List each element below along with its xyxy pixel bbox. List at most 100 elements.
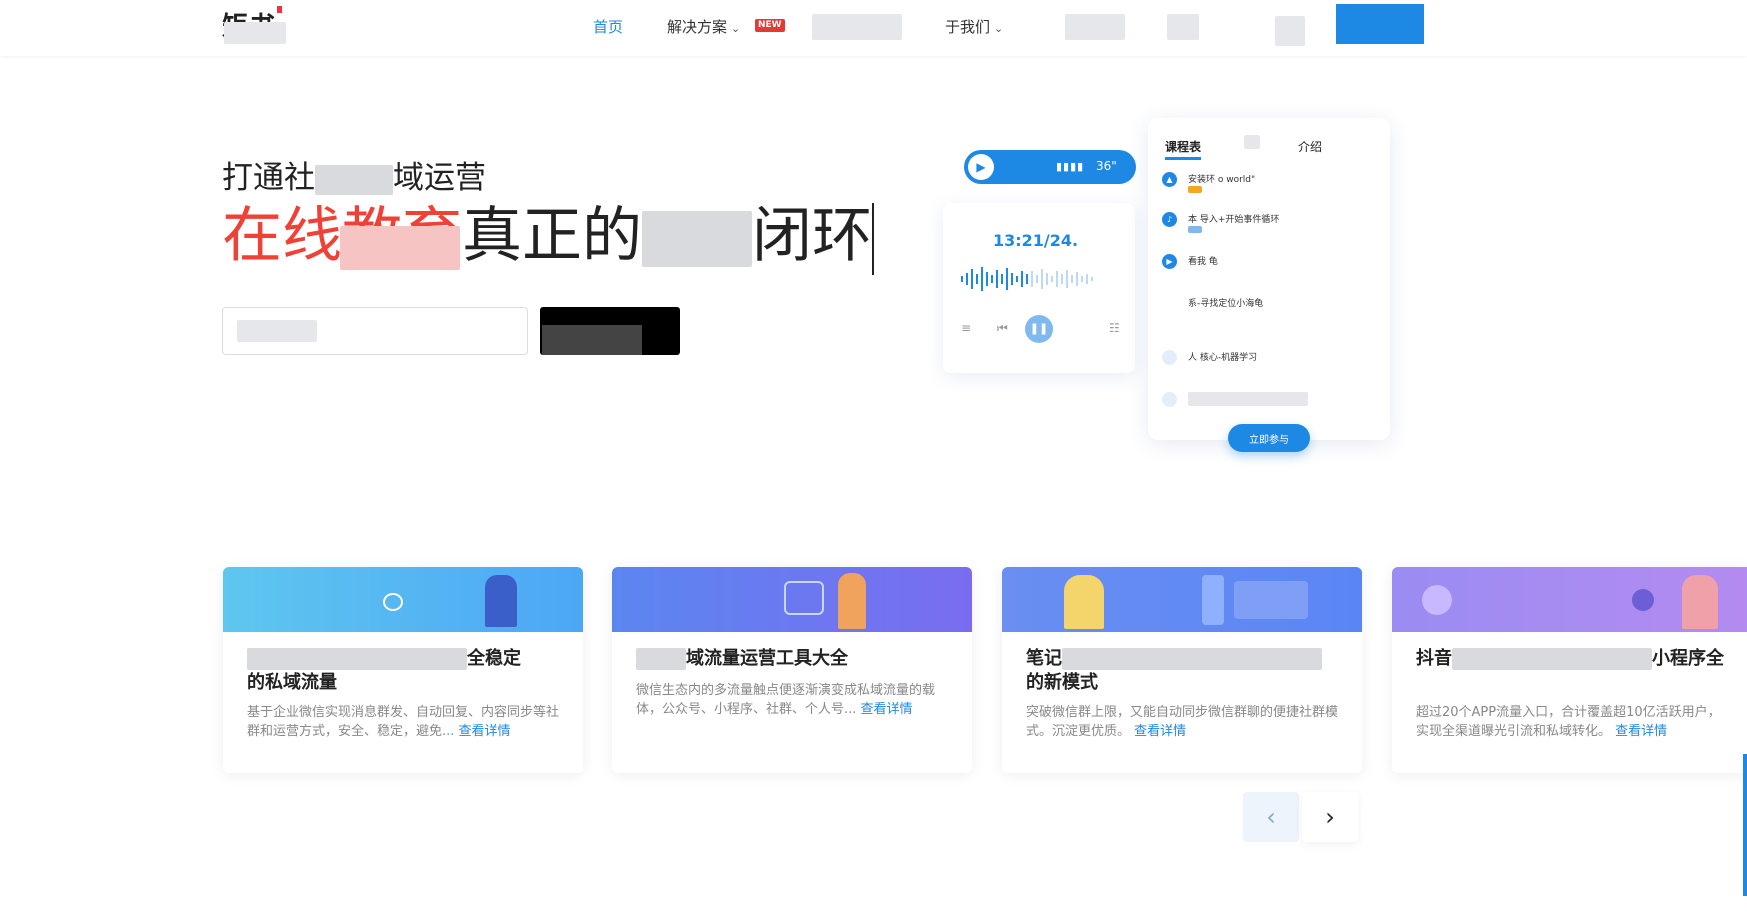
nav-cta-button[interactable] [1336,4,1424,44]
chart-illustration [1234,581,1308,619]
course-item[interactable]: ▲ 安装环 o world" [1162,170,1378,200]
course-schedule-card: 课程表 介绍 ▲ 安装环 o world" ♪ 本 导入+开始事件循环 ▶ 看我… [1148,118,1390,452]
hero-title-part-1: 真正的 [462,201,642,271]
submit-button-label-redacted [542,325,642,355]
tab-schedule[interactable]: 课程表 [1165,138,1202,160]
card-description: 超过20个APP流量入口，合计覆盖超10亿活跃用户，实现全渠道曝光引流和私域转化… [1416,703,1732,741]
login-link-redacted[interactable] [1275,16,1305,46]
nav-item-redacted-2[interactable] [1065,14,1125,40]
phone-illustration [1202,575,1224,625]
nav-item-home[interactable]: 首页 [593,16,623,37]
person-illustration [838,573,866,629]
person-illustration [485,575,517,627]
view-details-link[interactable]: 查看详情 [1615,724,1667,739]
hero-subtitle-redacted [315,164,393,195]
skip-back-icon[interactable]: ⏮ [997,321,1008,336]
course-tag [1188,186,1202,193]
card-title-part-2: 的私域流量 [247,672,337,693]
nav-item-about-label: 于我们 [945,18,991,36]
course-item[interactable]: 系-寻找定位小海龟 [1162,294,1378,324]
playlist-icon[interactable]: ≡ [961,321,971,335]
course-item-redacted [1188,392,1308,406]
chevron-down-icon: ⌄ [994,22,1004,35]
course-icon [1162,350,1177,365]
nav-item-about[interactable]: 于我们 ⌄ [945,16,1003,37]
card-description: 突破微信群上限，又能自动同步微信群聊的便捷社群模式。沉淀更优质。 查看详情 [1026,703,1342,741]
course-item[interactable]: 人 核心-机器学习 [1162,348,1378,378]
feature-card[interactable]: 全稳定 的私域流量 基于企业微信实现消息群发、自动回复、内容同步等社群和运营方式… [223,567,583,773]
new-badge: NEW [755,19,785,32]
carousel-next-button[interactable]: › [1302,792,1358,842]
card-title: 域流量运营工具大全 [636,647,952,671]
chevron-down-icon: ⌄ [731,22,741,35]
audio-message-pill: ▶ ▮▮▮▮ 36" [964,150,1136,184]
hero-title-redacted [642,211,752,268]
card-title-redacted [636,648,686,670]
floating-side-tab[interactable] [1743,754,1747,896]
course-item[interactable]: ▶ 看我 龟 [1162,252,1378,282]
card-title-redacted [1062,648,1322,670]
wechat-icon [1422,585,1452,615]
logo-accent [277,6,282,13]
view-details-link[interactable]: 查看详情 [861,702,913,717]
card-description: 微信生态内的多流量触点便逐渐演变成私域流量的载体，公众号、小程序、社群、个人号.… [636,681,952,719]
course-icon [1162,392,1177,407]
feature-card[interactable]: 笔记 的新模式 突破微信群上限，又能自动同步微信群聊的便捷社群模式。沉淀更优质。… [1002,567,1362,773]
nav-item-redacted-3[interactable] [1167,14,1199,40]
carousel-prev-button[interactable]: ‹ [1243,792,1299,842]
card-banner [1392,567,1747,632]
waveform-graphic [961,267,1093,291]
person-illustration [1682,575,1718,629]
card-title-redacted [247,648,467,670]
hero-subtitle: 打通社 域运营 [222,152,486,197]
course-icon: ▲ [1162,172,1177,187]
phone-input-placeholder-redacted [237,320,317,342]
card-banner [1002,567,1362,632]
top-nav: 矩书 首页 解决方案⌄ NEW 于我们⌄ [0,0,1747,56]
card-title-part-2: 的新模式 [1026,672,1098,693]
course-item-title: 人 核心-机器学习 [1188,353,1258,363]
card-title-part-1: 全稳定 [467,648,521,669]
view-details-link[interactable]: 查看详情 [459,724,511,739]
card-description-text: 基于企业微信实现消息群发、自动回复、内容同步等社群和运营方式，安全、稳定，避免.… [247,705,560,739]
card-banner [612,567,972,632]
card-title-part-1: 域流量运营工具大全 [686,648,848,669]
view-details-link[interactable]: 查看详情 [1134,724,1186,739]
play-icon: ▶ [1162,254,1177,269]
play-icon[interactable]: ▶ [968,154,994,180]
submit-button[interactable] [540,307,680,355]
card-title-part-2: 小程序全 [1652,648,1724,669]
nav-item-redacted-1[interactable] [812,14,902,40]
course-item-title: 安装环 o world" [1188,175,1256,185]
hero-title: 在线教育真正的闭环 [222,200,874,276]
tab-redacted[interactable] [1244,135,1260,149]
card-banner [223,567,583,632]
hero-title-red-redacted [340,226,460,270]
logo-redacted [224,22,286,44]
card-title: 笔记 的新模式 [1026,647,1342,695]
nav-item-home-label: 首页 [593,18,624,36]
card-description: 基于企业微信实现消息群发、自动回复、内容同步等社群和运营方式，安全、稳定，避免.… [247,703,563,741]
course-tag [1188,226,1202,233]
card-title-part-1: 抖音 [1416,648,1452,669]
course-item[interactable]: ♪ 本 导入+开始事件循环 [1162,210,1378,240]
feature-card[interactable]: 域流量运营工具大全 微信生态内的多流量触点便逐渐演变成私域流量的载体，公众号、小… [612,567,972,773]
chat-bubble-icon [383,593,403,611]
feature-card[interactable]: 抖音 小程序全 超过20个APP流量入口，合计覆盖超10亿活跃用户，实现全渠道曝光… [1392,567,1747,773]
course-item-title: 本 导入+开始事件循环 [1188,215,1280,225]
tiktok-icon [1632,589,1654,611]
settings-icon[interactable]: ☷ [1109,321,1120,335]
nav-item-solutions[interactable]: 解决方案 ⌄ [667,16,740,37]
card-title: 全稳定 的私域流量 [247,647,563,695]
join-button[interactable]: 立即参与 [1228,424,1310,452]
hero-title-part-2: 闭环 [752,201,872,271]
audio-wave-icon: ▮▮▮▮ [1056,160,1085,173]
player-time: 13:21/24. [993,231,1079,250]
pause-icon[interactable]: ❚❚ [1025,315,1053,343]
course-item[interactable] [1162,390,1378,420]
course-item-title: 看我 龟 [1188,257,1218,267]
nav-item-solutions-label: 解决方案 [667,18,728,36]
phone-input[interactable] [222,307,528,355]
tab-intro[interactable]: 介绍 [1298,138,1322,155]
hero-subtitle-part-1: 打通社 [222,160,315,196]
